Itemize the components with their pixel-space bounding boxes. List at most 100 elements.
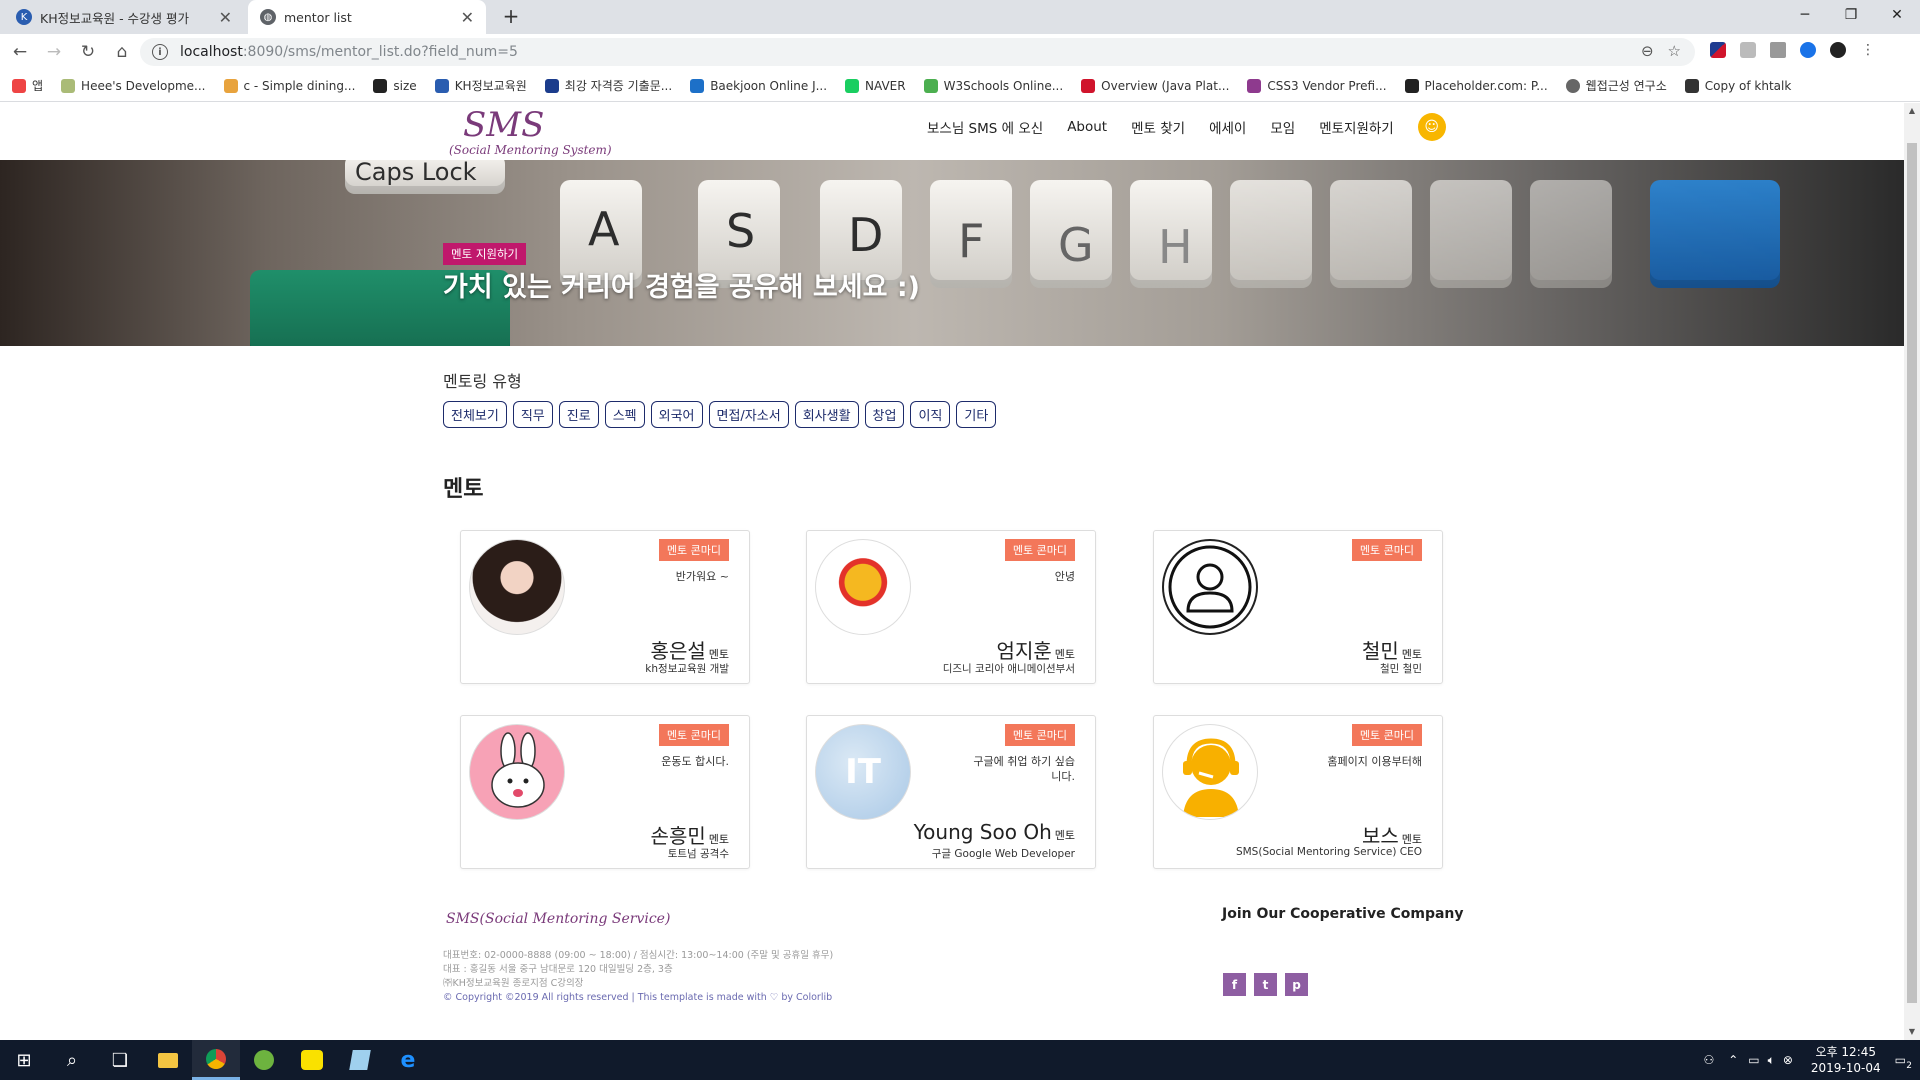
clock[interactable]: 오후 12:45 2019-10-04 bbox=[1811, 1044, 1881, 1076]
nav-apply-mentor[interactable]: 멘토지원하기 bbox=[1319, 117, 1394, 137]
type-filter-spec[interactable]: 스펙 bbox=[604, 401, 645, 428]
clock-time: 오후 12:45 bbox=[1815, 1045, 1877, 1059]
edge-icon[interactable]: e bbox=[384, 1040, 432, 1080]
bookmark-item[interactable]: 앱 bbox=[12, 77, 43, 94]
page-scrollbar[interactable]: ▲ ▼ bbox=[1904, 103, 1920, 1040]
zoom-icon[interactable]: ⊖ bbox=[1641, 42, 1654, 60]
type-filter-language[interactable]: 외국어 bbox=[650, 401, 703, 428]
social-links: f t p bbox=[1223, 973, 1308, 996]
site-logo[interactable]: SMS (Social Mentoring System) bbox=[449, 105, 612, 157]
back-icon[interactable]: ← bbox=[6, 38, 34, 66]
join-heading: Join Our Cooperative Company bbox=[1222, 906, 1464, 922]
bookmark-item[interactable]: 최강 자격증 기출문... bbox=[544, 77, 672, 94]
type-filter-interview[interactable]: 면접/자소서 bbox=[708, 401, 789, 428]
close-window-icon[interactable]: ✕ bbox=[1874, 0, 1920, 30]
more-menu-icon[interactable]: ⋮ bbox=[1860, 42, 1876, 58]
mentor-suffix: 멘토 bbox=[1054, 648, 1075, 661]
pinterest-icon[interactable]: p bbox=[1285, 973, 1308, 996]
logo-text: SMS bbox=[463, 105, 545, 145]
profile-avatar[interactable] bbox=[1830, 42, 1846, 58]
type-filter-career[interactable]: 진로 bbox=[558, 401, 599, 428]
mentor-suffix: 멘토 bbox=[708, 648, 729, 661]
bookmark-item[interactable]: size bbox=[373, 78, 417, 93]
forward-icon[interactable]: → bbox=[40, 38, 68, 66]
chevron-up-icon[interactable]: ⌃ bbox=[1728, 1053, 1738, 1067]
type-filter-etc[interactable]: 기타 bbox=[956, 401, 997, 428]
bookmark-favicon-icon bbox=[1081, 78, 1096, 93]
mentor-org: SMS(Social Mentoring Service) CEO bbox=[1235, 846, 1422, 858]
browser-tab[interactable]: K KH정보교육원 - 수강생 평가 ✕ bbox=[4, 0, 244, 34]
network-icon[interactable]: ▭ bbox=[1748, 1053, 1759, 1067]
extension-icon[interactable] bbox=[1800, 42, 1816, 58]
nav-greeting: 보스님 SMS 에 오신 bbox=[927, 121, 1044, 137]
extension-icon[interactable] bbox=[1710, 42, 1726, 58]
extension-icon[interactable] bbox=[1740, 42, 1756, 58]
task-view-icon[interactable]: ❏ bbox=[96, 1040, 144, 1080]
user-avatar-icon[interactable]: ☺ bbox=[1417, 113, 1446, 141]
bookmark-item[interactable]: Placeholder.com: P... bbox=[1404, 78, 1548, 93]
scroll-down-icon[interactable]: ▼ bbox=[1904, 1024, 1920, 1040]
people-icon[interactable]: ⚇ bbox=[1703, 1053, 1714, 1067]
twitter-icon[interactable]: t bbox=[1254, 973, 1277, 996]
bookmark-item[interactable]: CSS3 Vendor Prefi... bbox=[1247, 78, 1387, 93]
mentor-card[interactable]: 멘토 콘마디 안녕 엄지훈 멘토 디즈니 코리아 애니메이션부서 bbox=[806, 530, 1096, 684]
browser-tab-active[interactable]: ◍ mentor list ✕ bbox=[248, 0, 486, 34]
facebook-icon[interactable]: f bbox=[1223, 973, 1246, 996]
key-label: D bbox=[848, 208, 884, 262]
search-icon[interactable]: ⌕ bbox=[48, 1040, 96, 1080]
mentor-name-text: 보스 bbox=[1361, 824, 1399, 848]
key-label: H bbox=[1158, 220, 1193, 274]
ime-icon[interactable]: ⊗ bbox=[1783, 1053, 1793, 1067]
type-filter-worklife[interactable]: 회사생활 bbox=[794, 401, 859, 428]
minimize-icon[interactable]: ─ bbox=[1782, 0, 1828, 30]
mentor-card[interactable]: 멘토 콘마디 홈페이지 이용부터해 보스 멘토 SMS(Social Mentor… bbox=[1153, 715, 1443, 869]
address-bar[interactable]: i localhost:8090/sms/mentor_list.do?fiel… bbox=[140, 38, 1695, 66]
bookmark-star-icon[interactable]: ☆ bbox=[1668, 42, 1681, 60]
type-filter-job[interactable]: 직무 bbox=[512, 401, 553, 428]
bookmark-item[interactable]: Heee's Developme... bbox=[61, 78, 206, 93]
mentor-badge: 멘토 콘마디 bbox=[1351, 724, 1422, 746]
bookmark-item[interactable]: Overview (Java Plat... bbox=[1081, 78, 1229, 93]
reload-icon[interactable]: ↻ bbox=[74, 38, 102, 66]
bookmark-item[interactable]: W3Schools Online... bbox=[923, 78, 1063, 93]
bookmark-item[interactable]: Baekjoon Online J... bbox=[690, 78, 827, 93]
bookmark-item[interactable]: NAVER bbox=[845, 78, 906, 93]
bookmark-item[interactable]: Copy of khtalk bbox=[1684, 78, 1791, 93]
bookmark-item[interactable]: 웹접근성 연구소 bbox=[1565, 77, 1667, 94]
mentor-card[interactable]: 멘토 콘마디 운동도 합시다. 손흥민 멘토 토트넘 공격수 bbox=[460, 715, 750, 869]
new-tab-button[interactable]: + bbox=[498, 4, 524, 30]
type-filter-startup[interactable]: 창업 bbox=[864, 401, 905, 428]
notepad-icon[interactable] bbox=[336, 1040, 384, 1080]
scroll-up-icon[interactable]: ▲ bbox=[1904, 103, 1920, 119]
scroll-thumb[interactable] bbox=[1907, 143, 1917, 1003]
type-filter-jobchange[interactable]: 이직 bbox=[910, 401, 951, 428]
info-icon[interactable]: i bbox=[152, 44, 168, 60]
spring-tool-icon[interactable] bbox=[240, 1040, 288, 1080]
bookmark-item[interactable]: KH정보교육원 bbox=[434, 77, 527, 94]
close-tab-icon[interactable]: ✕ bbox=[219, 8, 232, 27]
chrome-icon[interactable] bbox=[192, 1040, 240, 1080]
nav-find-mentor[interactable]: 멘토 찾기 bbox=[1131, 117, 1185, 137]
file-explorer-icon[interactable] bbox=[144, 1040, 192, 1080]
windows-start-icon[interactable]: ⊞ bbox=[0, 1040, 48, 1080]
notification-icon[interactable]: ▭ 2 bbox=[1895, 1053, 1912, 1071]
maximize-icon[interactable]: ❐ bbox=[1828, 0, 1874, 30]
footer-brand: SMS(Social Mentoring Service) bbox=[446, 911, 671, 927]
mentor-card[interactable]: 멘토 콘마디 철민 멘토 철민 철민 bbox=[1153, 530, 1443, 684]
close-tab-icon[interactable]: ✕ bbox=[461, 8, 474, 27]
mentor-card[interactable]: 멘토 콘마디 반가워요 ~ 홍은설 멘토 kh정보교육원 개발 bbox=[460, 530, 750, 684]
home-icon[interactable]: ⌂ bbox=[108, 38, 136, 66]
type-filter-all[interactable]: 전체보기 bbox=[443, 401, 507, 428]
site-favicon-icon: K bbox=[16, 9, 32, 25]
extension-icon[interactable] bbox=[1770, 42, 1786, 58]
volume-icon[interactable]: 🔈︎ bbox=[1768, 1053, 1775, 1068]
nav-meetup[interactable]: 모임 bbox=[1270, 117, 1295, 137]
clock-date: 2019-10-04 bbox=[1810, 1061, 1881, 1075]
mentor-name-text: 홍은설 bbox=[650, 639, 706, 663]
kakaotalk-icon[interactable] bbox=[288, 1040, 336, 1080]
mentor-card[interactable]: IT 멘토 콘마디 구글에 취업 하기 싶습니다. Young Soo Oh 멘토… bbox=[806, 715, 1096, 869]
bookmark-item[interactable]: c - Simple dining... bbox=[223, 78, 355, 93]
nav-about[interactable]: About bbox=[1067, 119, 1107, 135]
main-nav: 보스님 SMS 에 오신 About 멘토 찾기 에세이 모임 멘토지원하기 ☺ bbox=[927, 113, 1446, 141]
nav-essay[interactable]: 에세이 bbox=[1209, 117, 1246, 137]
